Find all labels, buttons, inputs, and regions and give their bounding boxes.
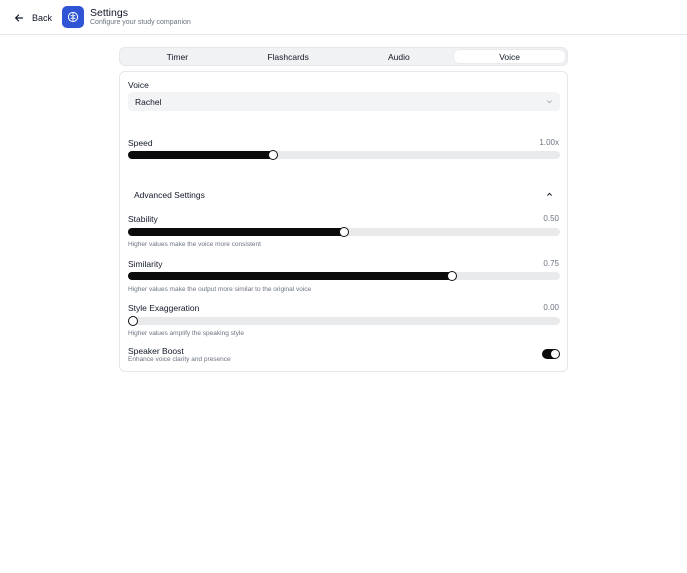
stability-slider-thumb[interactable]: [339, 227, 349, 237]
voice-settings-card: Voice Rachel Speed 1.00x Advanced Settin…: [119, 71, 568, 372]
voice-selected-value: Rachel: [135, 96, 162, 107]
speaker-boost-toggle-knob: [551, 350, 559, 358]
similarity-slider-fill: [128, 272, 452, 280]
voice-select[interactable]: Rachel: [128, 92, 560, 111]
chevron-down-icon: [547, 100, 552, 104]
similarity-label: Similarity: [128, 259, 163, 269]
speed-value: 1.00x: [539, 138, 559, 147]
brain-icon: [62, 6, 84, 28]
tab-flashcards[interactable]: Flashcards: [233, 50, 344, 63]
back-label: Back: [32, 13, 53, 23]
chevron-up-icon: [546, 192, 553, 196]
arrow-left-icon: [15, 14, 24, 22]
similarity-slider[interactable]: [128, 271, 560, 281]
tab-voice[interactable]: Voice: [454, 50, 565, 63]
speed-label: Speed: [128, 138, 153, 148]
tab-audio[interactable]: Audio: [344, 50, 455, 63]
stability-slider[interactable]: [128, 227, 560, 237]
page-title: Settings: [90, 7, 128, 19]
style-exaggeration-slider[interactable]: [128, 316, 560, 326]
advanced-settings-label: Advanced Settings: [134, 190, 205, 200]
style-exaggeration-slider-thumb[interactable]: [128, 316, 138, 326]
speed-slider-thumb[interactable]: [267, 150, 278, 160]
style-exaggeration-value: 0.00: [543, 303, 559, 312]
page-subtitle: Configure your study companion: [90, 19, 191, 26]
stability-hint: Higher values make the voice more consis…: [128, 241, 261, 248]
stability-slider-fill: [128, 228, 344, 236]
back-button[interactable]: Back: [14, 9, 52, 27]
header: Back Settings Configure your study compa…: [0, 0, 687, 35]
speaker-boost-label: Speaker Boost: [128, 346, 184, 356]
similarity-hint: Higher values make the output more simil…: [128, 286, 312, 293]
similarity-value: 0.75: [543, 259, 559, 268]
advanced-settings-toggle[interactable]: Advanced Settings: [128, 186, 560, 204]
speaker-boost-toggle[interactable]: [542, 349, 560, 359]
voice-label: Voice: [128, 80, 149, 90]
speed-slider[interactable]: [128, 150, 560, 160]
tab-timer[interactable]: Timer: [122, 50, 233, 63]
style-exaggeration-label: Style Exaggeration: [128, 303, 200, 313]
style-exaggeration-hint: Higher values amplify the speaking style: [128, 330, 244, 337]
stability-label: Stability: [128, 214, 158, 224]
speaker-boost-description: Enhance voice clarity and presence: [128, 356, 231, 363]
settings-tabs: Timer Flashcards Audio Voice: [119, 47, 568, 66]
stability-value: 0.50: [543, 214, 559, 223]
speed-slider-fill: [128, 151, 273, 159]
similarity-slider-thumb[interactable]: [447, 271, 457, 281]
